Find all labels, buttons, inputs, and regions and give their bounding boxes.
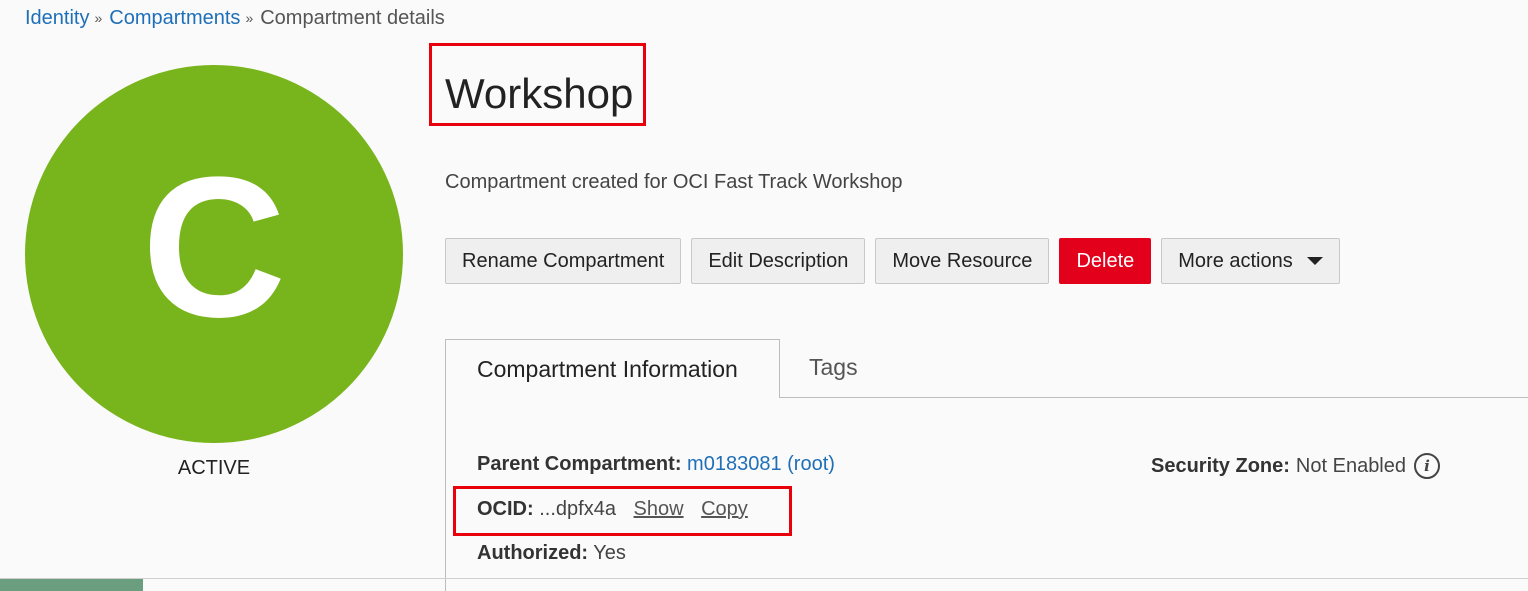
breadcrumb: Identity » Compartments » Compartment de… [25, 7, 445, 30]
avatar-letter: C [141, 136, 287, 359]
authorized-label: Authorized: [477, 542, 589, 564]
tab-compartment-information[interactable]: Compartment Information [445, 339, 780, 398]
compartment-details-page: Identity » Compartments » Compartment de… [0, 0, 1528, 591]
security-zone-value: Not Enabled [1295, 454, 1406, 477]
compartment-description: Compartment created for OCI Fast Track W… [445, 171, 903, 193]
parent-compartment-link[interactable]: m0183081 (root) [687, 453, 835, 475]
tab-tags[interactable]: Tags [809, 354, 858, 381]
ocid-copy-link[interactable]: Copy [701, 498, 748, 520]
bottom-progress-bar [0, 579, 143, 591]
breadcrumb-compartments[interactable]: Compartments [109, 7, 240, 30]
parent-compartment-label: Parent Compartment: [477, 453, 682, 475]
status-label: ACTIVE [177, 457, 251, 479]
ocid-value: ...dpfx4a [539, 498, 616, 520]
edit-description-button[interactable]: Edit Description [691, 238, 866, 284]
ocid-row: OCID: ...dpfx4a Show Copy [477, 498, 748, 521]
page-title: Workshop [445, 70, 634, 117]
move-resource-button[interactable]: Move Resource [875, 238, 1050, 284]
security-zone-label: Security Zone: [1151, 454, 1290, 477]
more-actions-button[interactable]: More actions [1161, 238, 1340, 284]
more-actions-label: More actions [1178, 249, 1293, 272]
delete-button[interactable]: Delete [1059, 238, 1152, 284]
action-toolbar: Rename Compartment Edit Description Move… [445, 238, 1340, 284]
rename-compartment-button[interactable]: Rename Compartment [445, 238, 682, 284]
panel-border [445, 398, 446, 591]
authorized-row: Authorized: Yes [477, 542, 626, 565]
info-icon[interactable]: i [1414, 453, 1440, 479]
ocid-show-link[interactable]: Show [634, 498, 684, 520]
breadcrumb-separator: » [245, 9, 254, 26]
caret-down-icon [1306, 257, 1323, 265]
parent-compartment-row: Parent Compartment: m0183081 (root) [477, 453, 835, 476]
avatar: C [25, 65, 403, 443]
bottom-divider [0, 578, 1528, 579]
breadcrumb-identity[interactable]: Identity [25, 7, 89, 30]
breadcrumb-separator: » [94, 9, 103, 26]
security-zone-row: Security Zone: Not Enabled i [1151, 453, 1440, 479]
breadcrumb-current: Compartment details [260, 7, 445, 29]
ocid-label: OCID: [477, 498, 534, 520]
authorized-value: Yes [593, 542, 626, 564]
